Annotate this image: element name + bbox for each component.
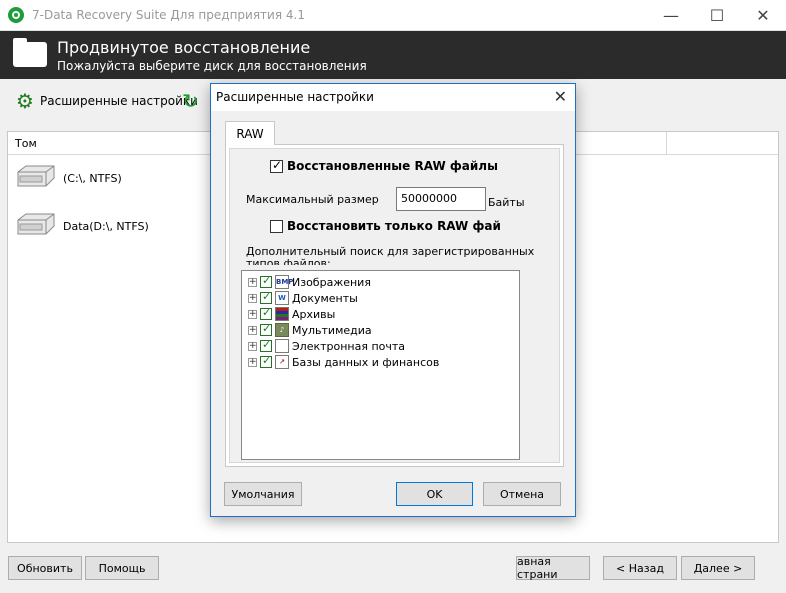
- database-icon: ↗: [275, 355, 289, 369]
- wizard-header: Продвинутое восстановление Пожалуйста вы…: [0, 31, 786, 79]
- multimedia-icon: ♪: [275, 323, 289, 337]
- volume-item-d[interactable]: Data(D:\, NTFS): [14, 212, 149, 240]
- close-button[interactable]: ✕: [740, 0, 786, 31]
- extra-search-label-2: типов файлов:: [246, 257, 331, 265]
- document-icon: W: [275, 291, 289, 305]
- tree-item-label: Документы: [292, 291, 358, 305]
- recovered-raw-checkbox-row[interactable]: Восстановленные RAW файлы: [270, 158, 498, 173]
- maximize-button[interactable]: ☐: [694, 0, 740, 31]
- dialog-titlebar: Расширенные настройки ✕: [211, 84, 575, 111]
- hard-drive-icon: [17, 165, 55, 187]
- tree-item-images[interactable]: + BMP Изображения: [248, 274, 371, 290]
- window-titlebar: 7-Data Recovery Suite Для предприятия 4.…: [0, 0, 786, 31]
- window-title: 7-Data Recovery Suite Для предприятия 4.…: [32, 8, 305, 22]
- tree-item-label: Архивы: [292, 307, 336, 321]
- gear-icon: ⚙: [16, 89, 34, 113]
- header-title: Продвинутое восстановление: [57, 38, 311, 57]
- column-header-volume: Том: [15, 137, 37, 150]
- refresh-icon: ↻: [182, 89, 199, 113]
- hard-drive-icon: [17, 213, 55, 235]
- tree-checkbox[interactable]: [260, 354, 272, 368]
- home-page-button[interactable]: авная страни: [516, 555, 590, 581]
- tree-item-email[interactable]: + Электронная почта: [248, 338, 405, 354]
- expand-icon[interactable]: +: [248, 277, 257, 287]
- tree-item-archives[interactable]: + Архивы: [248, 306, 335, 322]
- volume-item-c[interactable]: (C:\, NTFS): [14, 164, 122, 192]
- expand-icon[interactable]: +: [248, 357, 257, 367]
- tree-checkbox[interactable]: [260, 274, 272, 288]
- cancel-button[interactable]: Отмена: [483, 482, 561, 506]
- advanced-settings-button[interactable]: ⚙ Расширенные настройки: [16, 91, 198, 111]
- only-raw-checkbox[interactable]: [270, 219, 283, 233]
- tree-checkbox[interactable]: [260, 290, 272, 304]
- recovered-raw-label: Восстановленные RAW файлы: [287, 159, 498, 173]
- folder-icon: [13, 38, 47, 67]
- expand-icon[interactable]: +: [248, 309, 257, 319]
- help-button[interactable]: Помощь: [85, 556, 159, 580]
- tree-item-multimedia[interactable]: + ♪ Мультимедиа: [248, 322, 372, 338]
- max-size-label: Максимальный размер: [246, 193, 379, 206]
- recovered-raw-checkbox[interactable]: [270, 158, 283, 173]
- tree-checkbox[interactable]: [260, 306, 272, 320]
- app-logo-icon: [8, 7, 24, 23]
- advanced-settings-label: Расширенные настройки: [40, 94, 198, 108]
- max-size-input[interactable]: 50000000: [396, 187, 486, 211]
- dialog-close-icon[interactable]: ✕: [554, 87, 567, 106]
- defaults-button[interactable]: Умолчания: [224, 482, 302, 506]
- tab-raw[interactable]: RAW: [225, 121, 275, 145]
- email-icon: [275, 339, 289, 353]
- next-button[interactable]: Далее >: [681, 556, 755, 580]
- minimize-button[interactable]: —: [648, 0, 694, 31]
- only-raw-checkbox-row[interactable]: Восстановить только RAW фай: [270, 219, 501, 233]
- refresh-toolbar-button[interactable]: ↻: [182, 91, 199, 111]
- refresh-button[interactable]: Обновить: [8, 556, 82, 580]
- expand-icon[interactable]: +: [248, 325, 257, 335]
- header-subtitle: Пожалуйста выберите диск для восстановле…: [57, 59, 367, 73]
- tree-item-databases[interactable]: + ↗ Базы данных и финансов: [248, 354, 439, 370]
- volume-label: Data(D:\, NTFS): [63, 219, 149, 233]
- tree-checkbox[interactable]: [260, 322, 272, 336]
- dialog-title: Расширенные настройки: [216, 90, 374, 104]
- image-icon: BMP: [275, 275, 293, 289]
- back-button[interactable]: < Назад: [603, 556, 677, 580]
- tree-item-documents[interactable]: + W Документы: [248, 290, 358, 306]
- volume-label: (C:\, NTFS): [63, 171, 122, 185]
- tree-checkbox[interactable]: [260, 338, 272, 352]
- archive-icon: [275, 307, 289, 321]
- tree-item-label: Мультимедиа: [292, 323, 372, 337]
- ok-button[interactable]: OK: [396, 482, 473, 506]
- file-type-tree[interactable]: + BMP Изображения + W Документы + Архивы…: [241, 270, 520, 460]
- only-raw-label: Восстановить только RAW фай: [287, 219, 501, 233]
- expand-icon[interactable]: +: [248, 293, 257, 303]
- tree-item-label: Изображения: [292, 275, 371, 289]
- expand-icon[interactable]: +: [248, 341, 257, 351]
- tree-item-label: Базы данных и финансов: [292, 355, 440, 369]
- tree-item-label: Электронная почта: [292, 339, 406, 353]
- max-size-unit: Байты: [488, 196, 525, 209]
